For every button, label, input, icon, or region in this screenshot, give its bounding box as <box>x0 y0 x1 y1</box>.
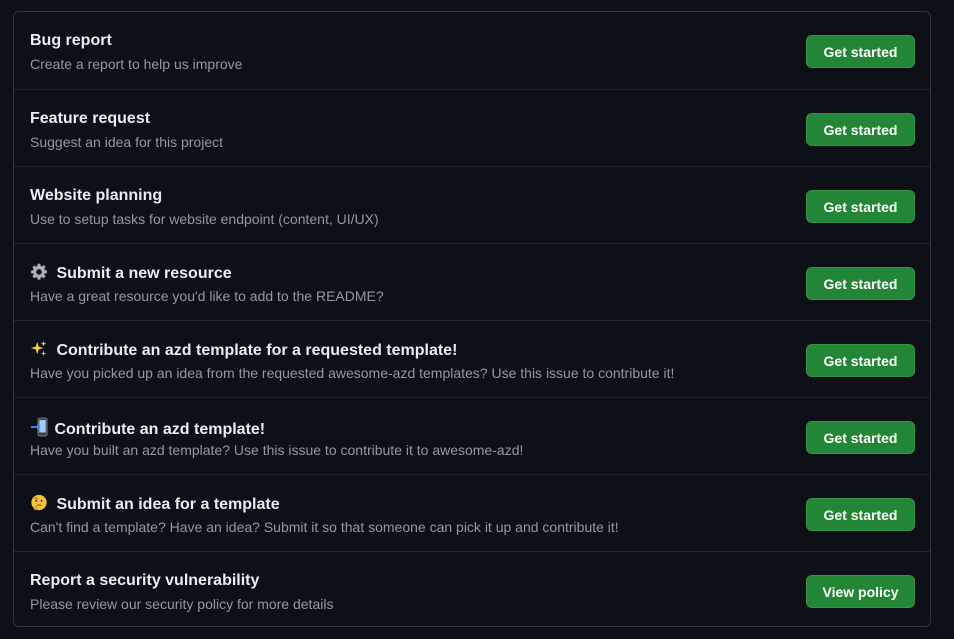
sparkles-icon <box>30 340 52 359</box>
template-title: Website planning <box>30 187 163 204</box>
view-policy-button[interactable]: View policy <box>806 575 915 608</box>
template-description: Have you picked up an idea from the requ… <box>30 365 675 381</box>
template-description: Use to setup tasks for website endpoint … <box>30 211 379 227</box>
template-description: Create a report to help us improve <box>30 56 243 72</box>
get-started-button[interactable]: Get started <box>806 113 915 146</box>
gear-icon <box>30 263 52 282</box>
thinking-face-icon <box>30 494 52 513</box>
template-description: Have a great resource you'd like to add … <box>30 288 384 304</box>
get-started-button[interactable]: Get started <box>806 267 915 300</box>
get-started-button[interactable]: Get started <box>806 498 915 531</box>
get-started-button[interactable]: Get started <box>806 421 915 454</box>
template-title: Contribute an azd template! <box>30 417 265 440</box>
template-title: Feature request <box>30 110 151 127</box>
mobile-phone-arrow-icon <box>30 417 54 438</box>
template-title: Report a security vulnerability <box>30 572 260 589</box>
template-row-feature-request: Feature request Suggest an idea for this… <box>14 89 930 166</box>
template-row-website-planning: Website planning Use to setup tasks for … <box>14 166 930 243</box>
template-row-security: Report a security vulnerability Please r… <box>14 551 930 626</box>
get-started-button[interactable]: Get started <box>806 344 915 377</box>
template-title: Contribute an azd template for a request… <box>30 340 457 361</box>
template-title: Submit an idea for a template <box>30 494 280 515</box>
get-started-button[interactable]: Get started <box>806 190 915 223</box>
template-row-contribute-template: Contribute an azd template! Have you bui… <box>14 397 930 474</box>
template-description: Can't find a template? Have an idea? Sub… <box>30 519 619 535</box>
template-row-submit-idea: Submit an idea for a template Can't find… <box>14 474 930 551</box>
template-row-submit-resource: Submit a new resource Have a great resou… <box>14 243 930 320</box>
template-description: Please review our security policy for mo… <box>30 596 334 612</box>
template-row-bug-report: Bug report Create a report to help us im… <box>14 12 930 89</box>
issue-template-list: Bug report Create a report to help us im… <box>13 11 931 627</box>
template-title: Bug report <box>30 32 112 49</box>
template-row-contribute-requested: Contribute an azd template for a request… <box>14 320 930 397</box>
get-started-button[interactable]: Get started <box>806 35 915 68</box>
template-title: Submit a new resource <box>30 263 232 284</box>
template-description: Have you built an azd template? Use this… <box>30 442 524 458</box>
template-description: Suggest an idea for this project <box>30 134 224 150</box>
